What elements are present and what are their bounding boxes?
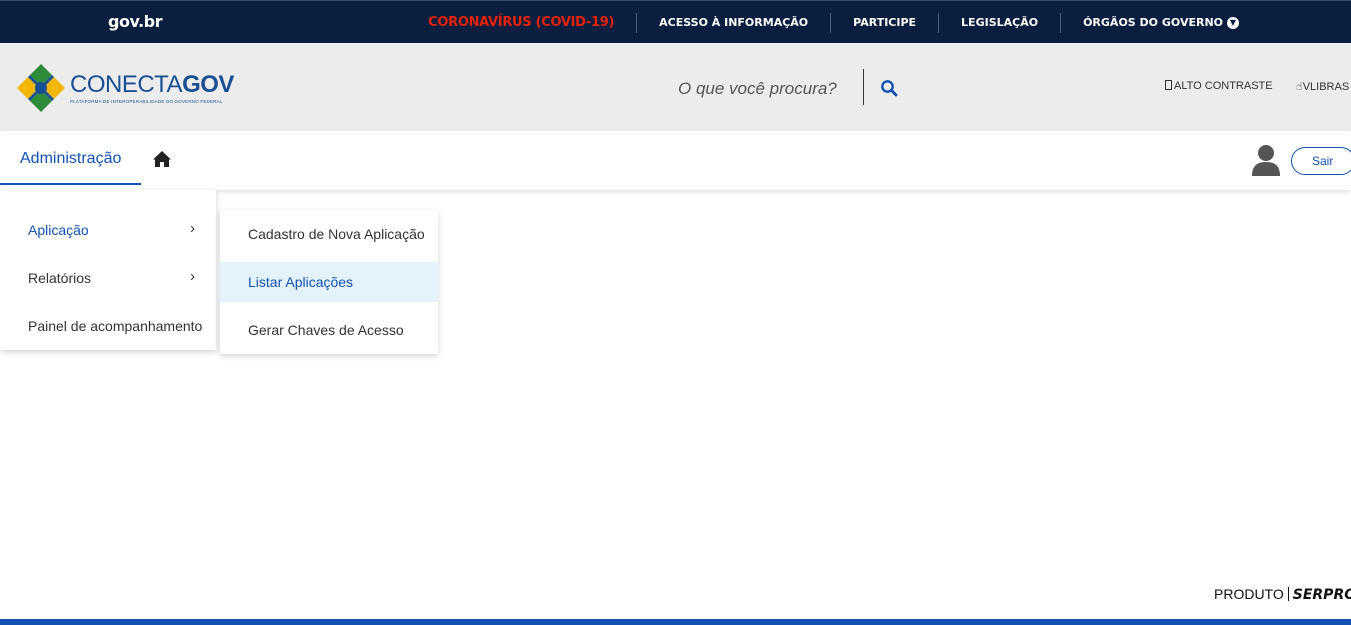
vlibras-toggle[interactable]: ☝VLIBRAS bbox=[1296, 80, 1349, 93]
govbr-logo[interactable]: gov.br bbox=[108, 12, 163, 31]
chevron-right-icon: › bbox=[190, 220, 195, 237]
brand-text: CONECTAGOV PLATAFORMA DE INTEROPERABILID… bbox=[70, 70, 234, 104]
high-contrast-toggle[interactable]: ALTO CONTRASTE bbox=[1165, 80, 1273, 92]
brand-name-part2: GOV bbox=[182, 70, 234, 98]
tab-administracao-label: Administração bbox=[20, 150, 122, 167]
legislacao-link[interactable]: LEGISLAÇÃO bbox=[938, 12, 1060, 33]
participe-link[interactable]: PARTICIPE bbox=[830, 12, 938, 33]
conectagov-emblem-icon bbox=[17, 64, 65, 112]
menu-item-label: Relatórios bbox=[28, 270, 92, 286]
chevron-right-icon: › bbox=[190, 268, 195, 285]
high-contrast-label: ALTO CONTRASTE bbox=[1174, 80, 1273, 92]
main-nav: Administração Sair bbox=[0, 131, 1351, 190]
acesso-informacao-link[interactable]: ACESSO À INFORMAÇÃO bbox=[636, 12, 830, 33]
tab-administracao[interactable]: Administração bbox=[0, 131, 141, 185]
contrast-icon bbox=[1165, 80, 1172, 90]
menu-item-relatorios[interactable]: Relatórios › bbox=[0, 254, 216, 302]
submenu-item-cadastro-nova-aplicacao[interactable]: Cadastro de Nova Aplicação bbox=[220, 214, 438, 254]
brand-name-part1: CONECTA bbox=[70, 70, 183, 98]
aplicacao-submenu: Cadastro de Nova Aplicação Listar Aplica… bbox=[220, 210, 438, 354]
submenu-item-listar-aplicacoes[interactable]: Listar Aplicações bbox=[220, 262, 438, 302]
menu-item-label: Aplicação bbox=[28, 222, 89, 238]
search-input[interactable]: O que você procura? bbox=[678, 79, 837, 99]
menu-item-painel-acompanhamento[interactable]: Painel de acompanhamento bbox=[0, 302, 216, 350]
brand-name: CONECTAGOV bbox=[70, 70, 234, 98]
menu-item-aplicacao[interactable]: Aplicação › bbox=[0, 206, 216, 254]
orgaos-governo-link[interactable]: ÓRGÃOS DO GOVERNO ▼ bbox=[1060, 12, 1261, 33]
footer-bar bbox=[0, 619, 1351, 625]
brand-subtitle: PLATAFORMA DE INTEROPERABILIDADE DO GOVE… bbox=[70, 98, 223, 104]
site-header: CONECTAGOV PLATAFORMA DE INTEROPERABILID… bbox=[0, 43, 1351, 131]
user-avatar-icon[interactable] bbox=[1251, 144, 1281, 176]
footer-produto: PRODUTO bbox=[1214, 586, 1284, 602]
home-icon[interactable] bbox=[152, 150, 172, 168]
conectagov-logo[interactable]: CONECTAGOV PLATAFORMA DE INTEROPERABILID… bbox=[16, 63, 234, 113]
menu-item-label: Painel de acompanhamento bbox=[28, 318, 203, 334]
footer-divider bbox=[1287, 587, 1289, 601]
search-icon[interactable] bbox=[880, 79, 898, 97]
orgaos-governo-label: ÓRGÃOS DO GOVERNO bbox=[1083, 15, 1223, 29]
footer-product-mark: PRODUTO SERPRO bbox=[1214, 586, 1351, 603]
chevron-down-icon: ▼ bbox=[1227, 16, 1239, 29]
submenu-item-label: Gerar Chaves de Acesso bbox=[248, 322, 404, 338]
submenu-item-gerar-chaves-acesso[interactable]: Gerar Chaves de Acesso bbox=[220, 310, 438, 350]
gov-links: CORONAVÍRUS (COVID-19) ACESSO À INFORMAÇ… bbox=[428, 1, 1261, 44]
serpro-logo: SERPRO bbox=[1292, 587, 1351, 603]
logout-button[interactable]: Sair bbox=[1291, 147, 1351, 175]
submenu-item-label: Cadastro de Nova Aplicação bbox=[248, 226, 425, 242]
admin-dropdown-menu: Aplicação › Relatórios › Painel de acomp… bbox=[0, 190, 216, 350]
gov-top-bar: gov.br CORONAVÍRUS (COVID-19) ACESSO À I… bbox=[0, 0, 1351, 43]
covid-link[interactable]: CORONAVÍRUS (COVID-19) bbox=[428, 13, 636, 33]
submenu-item-label: Listar Aplicações bbox=[248, 274, 354, 290]
vlibras-label: VLIBRAS bbox=[1302, 81, 1350, 93]
search-divider bbox=[863, 69, 864, 105]
hand-icon: ☝ bbox=[1296, 81, 1303, 93]
